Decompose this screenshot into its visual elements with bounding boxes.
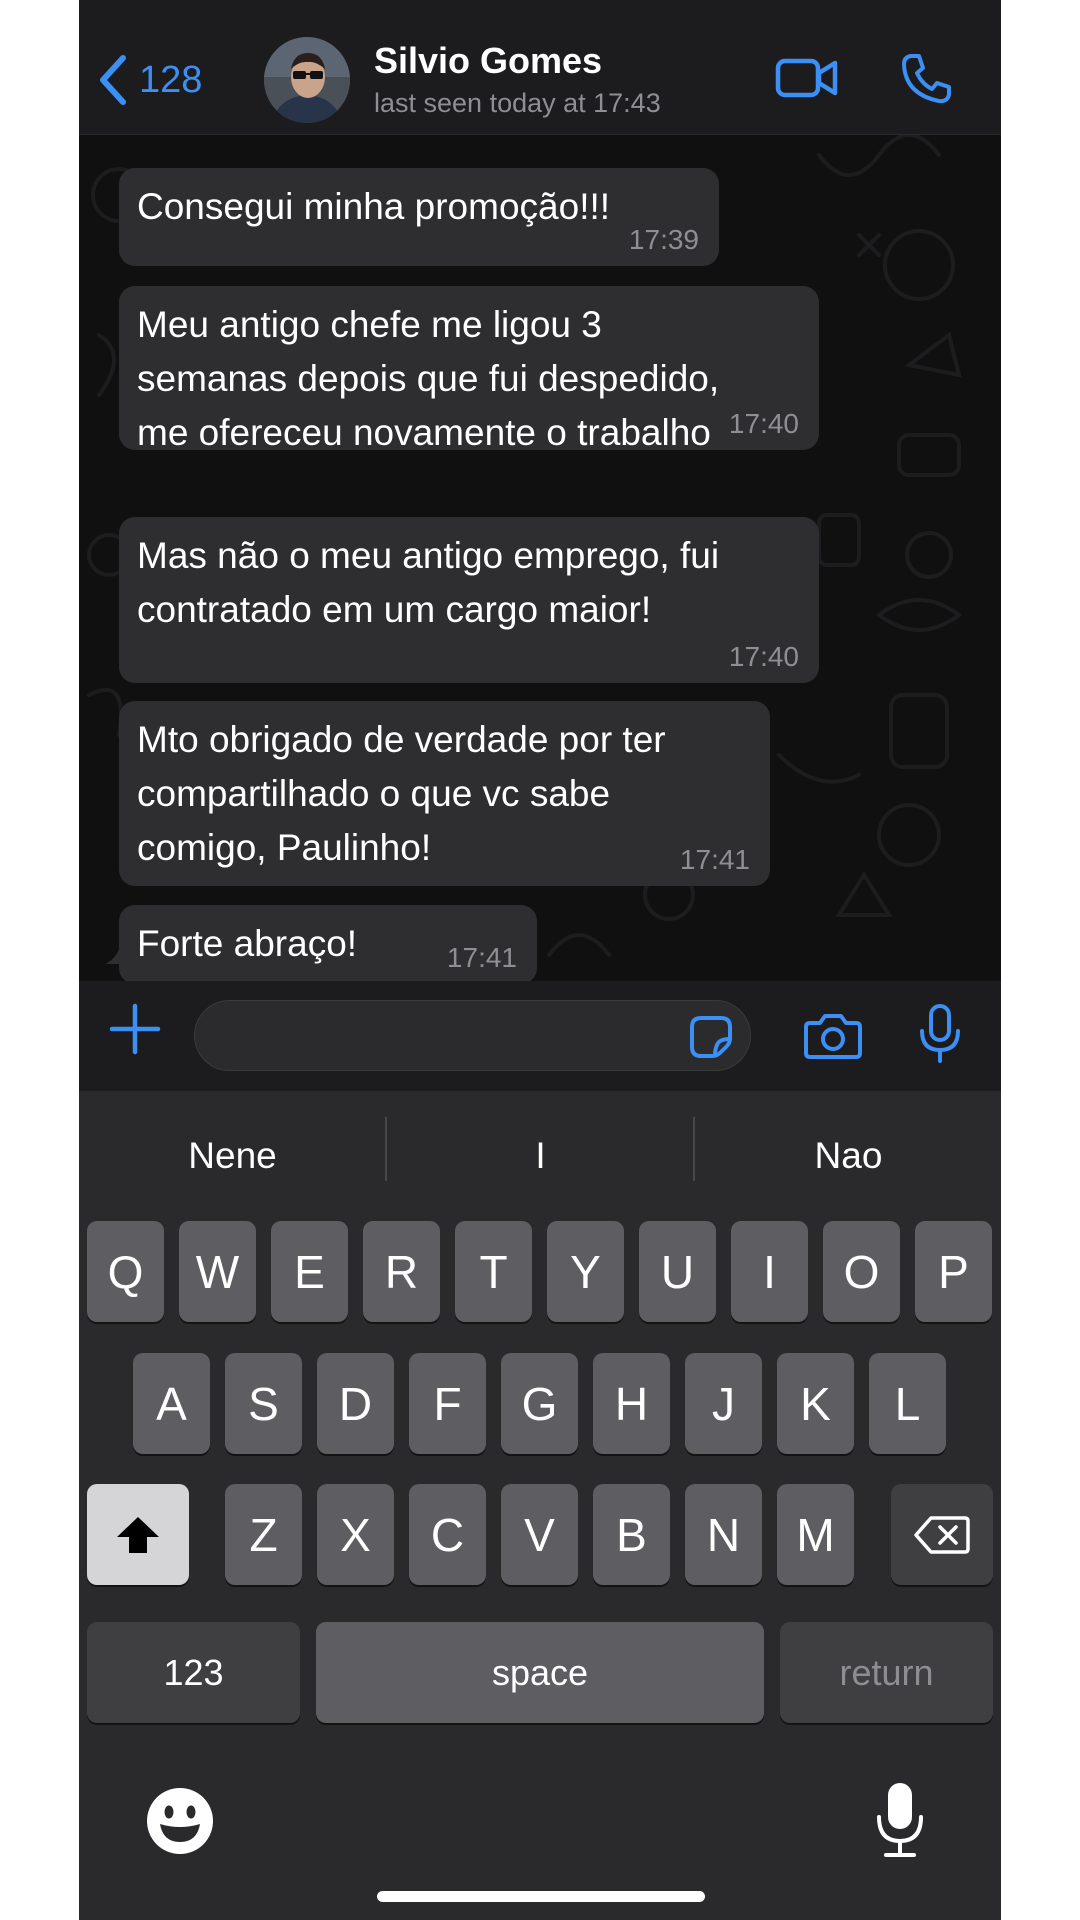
message-text: Mto obrigado de verdade por ter comparti… xyxy=(137,719,666,868)
message-time: 17:41 xyxy=(446,942,517,973)
plus-icon[interactable] xyxy=(109,1003,161,1055)
message-bubble[interactable]: Mas não o meu antigo emprego, fui contra… xyxy=(119,517,819,683)
message-input[interactable] xyxy=(194,1000,751,1071)
keyboard: Nene I Nao Q W E R T Y U I O P A S D F G… xyxy=(79,1091,1001,1920)
key-s[interactable]: S xyxy=(225,1353,302,1454)
key-d[interactable]: D xyxy=(317,1353,394,1454)
emoji-icon[interactable] xyxy=(145,1786,215,1856)
key-m[interactable]: M xyxy=(777,1484,854,1585)
key-h[interactable]: H xyxy=(593,1353,670,1454)
numbers-key[interactable]: 123 xyxy=(87,1622,300,1723)
key-q[interactable]: Q xyxy=(87,1221,164,1322)
shift-icon xyxy=(117,1516,159,1553)
sticker-icon[interactable] xyxy=(689,1015,733,1059)
message-bubble[interactable]: Meu antigo chefe me ligou 3 semanas depo… xyxy=(119,286,819,453)
camera-icon[interactable] xyxy=(804,1013,862,1059)
key-b[interactable]: B xyxy=(593,1484,670,1585)
key-u[interactable]: U xyxy=(639,1221,716,1322)
key-c[interactable]: C xyxy=(409,1484,486,1585)
unread-count: 128 xyxy=(139,58,203,101)
key-a[interactable]: A xyxy=(133,1353,210,1454)
space-key[interactable]: space xyxy=(316,1622,764,1723)
avatar[interactable] xyxy=(264,37,350,123)
home-indicator[interactable] xyxy=(377,1891,705,1902)
key-w[interactable]: W xyxy=(179,1221,256,1322)
dictation-icon[interactable] xyxy=(874,1781,926,1859)
return-key[interactable]: return xyxy=(780,1622,993,1723)
chevron-left-icon xyxy=(100,55,126,105)
suggestion[interactable]: I xyxy=(387,1091,694,1221)
key-g[interactable]: G xyxy=(501,1353,578,1454)
avatar-photo xyxy=(264,37,350,123)
key-x[interactable]: X xyxy=(317,1484,394,1585)
message-text: Consegui minha promoção!!! xyxy=(137,186,611,227)
suggestion[interactable]: Nene xyxy=(79,1091,386,1221)
suggestion-bar: Nene I Nao xyxy=(79,1091,1001,1221)
composer-bar xyxy=(79,981,1001,1091)
microphone-icon[interactable] xyxy=(917,1003,963,1065)
message-time: 17:39 xyxy=(628,224,699,255)
key-p[interactable]: P xyxy=(915,1221,992,1322)
key-e[interactable]: E xyxy=(271,1221,348,1322)
chat-area[interactable]: Consegui minha promoção!!! 17:39 Meu ant… xyxy=(79,135,1001,981)
message-bubble[interactable]: Mto obrigado de verdade por ter comparti… xyxy=(119,701,770,886)
key-l[interactable]: L xyxy=(869,1353,946,1454)
key-i[interactable]: I xyxy=(731,1221,808,1322)
key-t[interactable]: T xyxy=(455,1221,532,1322)
bubble-tail xyxy=(105,936,131,964)
key-y[interactable]: Y xyxy=(547,1221,624,1322)
phone-icon[interactable] xyxy=(901,52,951,104)
phone-screen: 128 Silvio Gomes last seen today at 17:4… xyxy=(79,0,1001,1920)
message-text: Mas não o meu antigo emprego, fui contra… xyxy=(137,535,720,630)
shift-key[interactable] xyxy=(87,1484,189,1585)
key-k[interactable]: K xyxy=(777,1353,854,1454)
message-time: 17:40 xyxy=(728,408,799,439)
key-j[interactable]: J xyxy=(685,1353,762,1454)
delete-key[interactable] xyxy=(891,1484,993,1585)
message-bubble[interactable]: Forte abraço! 17:41 xyxy=(119,905,537,981)
video-camera-icon[interactable] xyxy=(775,56,839,100)
delete-icon xyxy=(914,1515,970,1554)
key-n[interactable]: N xyxy=(685,1484,762,1585)
message-text: Meu antigo chefe me ligou 3 semanas depo… xyxy=(137,304,720,453)
message-bubble[interactable]: Consegui minha promoção!!! 17:39 xyxy=(119,168,719,266)
message-time: 17:41 xyxy=(679,844,750,875)
key-z[interactable]: Z xyxy=(225,1484,302,1585)
key-v[interactable]: V xyxy=(501,1484,578,1585)
back-button[interactable]: 128 xyxy=(97,52,202,108)
key-r[interactable]: R xyxy=(363,1221,440,1322)
last-seen-status: last seen today at 17:43 xyxy=(374,88,661,118)
message-time: 17:40 xyxy=(728,641,799,672)
key-o[interactable]: O xyxy=(823,1221,900,1322)
key-f[interactable]: F xyxy=(409,1353,486,1454)
chat-header: 128 Silvio Gomes last seen today at 17:4… xyxy=(79,0,1001,135)
suggestion[interactable]: Nao xyxy=(695,1091,1001,1221)
contact-name[interactable]: Silvio Gomes xyxy=(374,40,602,82)
